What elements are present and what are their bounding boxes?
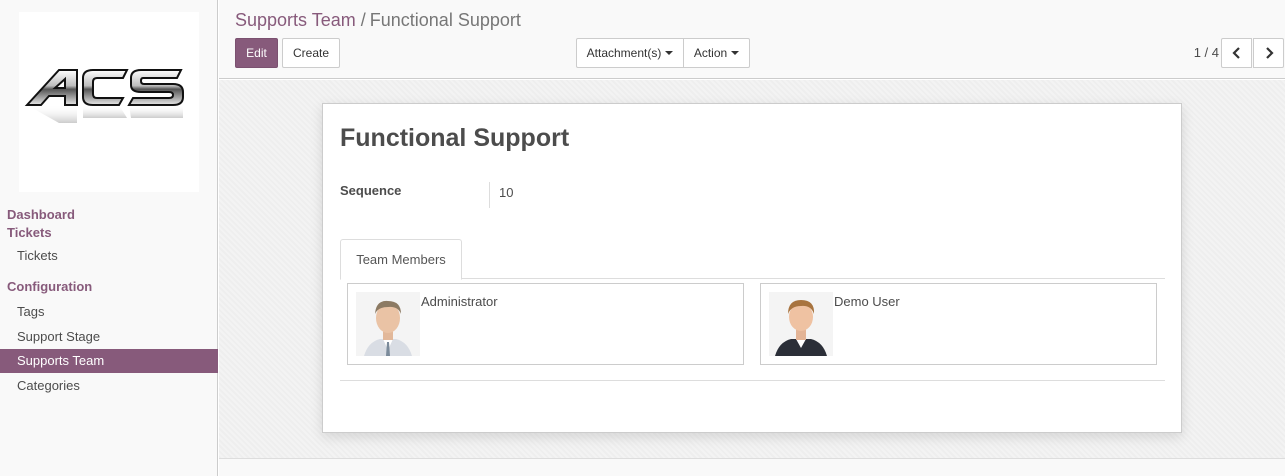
section-divider [340,380,1165,381]
menu-dashboard[interactable]: Dashboard [0,206,218,224]
action-dropdown[interactable]: Action [683,38,750,68]
sidebar: Dashboard Tickets Tickets Configuration … [0,0,218,476]
chevron-right-icon [1265,47,1274,59]
create-button[interactable]: Create [282,38,340,68]
tab-team-members[interactable]: Team Members [340,239,462,280]
action-label: Action [693,46,728,60]
pager-previous-button[interactable] [1221,38,1252,68]
menu-item-tickets[interactable]: Tickets [0,245,218,267]
caret-down-icon [731,51,740,55]
member-card[interactable]: Administrator [347,283,744,365]
sequence-label: Sequence [340,183,402,198]
notebook-tabs: Team Members [340,239,1165,280]
attachments-label: Attachment(s) [586,46,662,60]
attachments-dropdown[interactable]: Attachment(s) [576,38,684,68]
pager-next-button[interactable] [1253,38,1284,68]
member-name: Demo User [834,294,900,309]
menu-item-support-stage[interactable]: Support Stage [0,324,218,349]
field-divider [489,182,490,208]
menu-configuration-header[interactable]: Configuration [0,278,218,296]
caret-down-icon [665,51,674,55]
menu-item-supports-team[interactable]: Supports Team [0,349,218,373]
avatar [356,292,420,356]
pager-value[interactable]: 1 / 4 [1194,45,1219,60]
member-name: Administrator [421,294,498,309]
record-title: Functional Support [340,124,570,152]
menu-item-tags[interactable]: Tags [0,299,218,324]
breadcrumb-separator: / [360,10,366,30]
company-logo[interactable] [19,12,199,192]
acs-logo-image [24,69,184,123]
sequence-value: 10 [499,185,514,200]
form-sheet: Functional Support Sequence 10 Team Memb… [322,103,1182,433]
breadcrumb-parent-link[interactable]: Supports Team [235,10,356,30]
form-view-background: Functional Support Sequence 10 Team Memb… [219,80,1285,458]
avatar [769,292,833,356]
member-card[interactable]: Demo User [760,283,1157,365]
menu-tickets-header[interactable]: Tickets [0,224,218,242]
edit-button[interactable]: Edit [235,38,278,68]
breadcrumb: Supports Team / Functional Support [235,10,521,31]
chevron-left-icon [1231,47,1240,59]
breadcrumb-current: Functional Support [369,10,521,30]
control-panel: Supports Team / Functional Support Edit Cr… [219,0,1285,79]
bottom-bar [219,458,1285,476]
menu-item-categories[interactable]: Categories [0,373,218,398]
